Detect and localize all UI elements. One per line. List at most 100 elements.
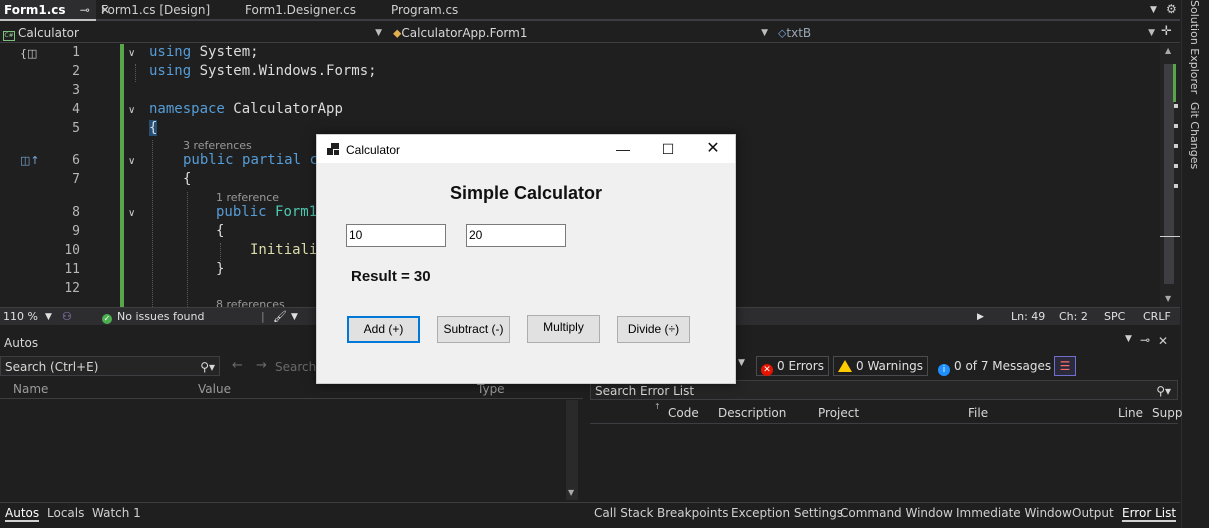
editor-vertical-scrollbar[interactable]: ▲ ▼ [1160, 44, 1180, 307]
search-icon[interactable]: ⚲▾ [1156, 381, 1171, 401]
keyword: public [216, 204, 267, 220]
fold-chevron-icon[interactable]: ∨ [128, 48, 135, 59]
brush-icon[interactable]: 🖌 [273, 310, 287, 323]
column-header-file[interactable]: File [968, 406, 988, 420]
chevron-down-icon: ▼ [761, 28, 768, 38]
warning-icon [838, 360, 852, 372]
chevron-down-icon[interactable]: ▼ [45, 312, 52, 322]
subtract-button[interactable]: Subtract (-) [437, 316, 510, 343]
tab-command-window[interactable]: Command Window [840, 506, 953, 520]
column-header-line[interactable]: Line [1118, 406, 1143, 420]
git-changes-tab[interactable]: Git Changes [1188, 102, 1201, 169]
close-icon[interactable]: ✕ [690, 135, 736, 163]
member-dropdown[interactable]: ⬦txtB ▼ [778, 24, 1158, 42]
warnings-filter-button[interactable]: 0 Warnings [833, 356, 929, 376]
column-header-suppression[interactable]: Supp [1152, 406, 1182, 420]
tab-error-list[interactable]: Error List [1122, 506, 1177, 522]
fold-chevron-icon[interactable]: ∨ [128, 208, 135, 219]
pin-icon[interactable]: ⊸ [80, 3, 90, 17]
close-icon[interactable]: ✕ [1158, 334, 1168, 348]
code-line-8: public Form1 [216, 204, 317, 220]
window-title-bar[interactable]: Calculator — ☐ ✕ [317, 135, 735, 163]
chevron-down-icon[interactable]: ▼ [291, 312, 298, 322]
errors-filter-button[interactable]: ✕ 0 Errors [756, 356, 829, 376]
search-icon[interactable]: ⚲▾ [200, 357, 215, 377]
search-input[interactable]: Search (Ctrl+E) ⚲▾ [0, 356, 220, 376]
scroll-right-icon[interactable]: ▶ [977, 312, 984, 322]
intellicode-icon[interactable]: ⚇ [62, 310, 72, 323]
tab-breakpoints[interactable]: Breakpoints [657, 506, 728, 520]
line-number: 5 [72, 121, 80, 136]
tab-overflow-icon[interactable]: ▼ [1150, 5, 1157, 15]
whitespace-indicator[interactable]: SPC [1104, 310, 1125, 323]
keyword: using [149, 44, 192, 60]
scroll-marker [1174, 104, 1178, 108]
column-header-type[interactable]: Type [477, 382, 505, 396]
tab-locals[interactable]: Locals [47, 506, 84, 520]
code-line-10: Initiali [250, 242, 317, 258]
code-line-9: { [216, 223, 224, 239]
codelens-references[interactable]: 8 references [216, 298, 285, 307]
tab-autos[interactable]: Autos [5, 506, 40, 522]
scroll-down-icon[interactable]: ▼ [568, 488, 574, 497]
window-menu-icon[interactable]: ▼ [1125, 334, 1132, 344]
keyword: public [183, 152, 234, 168]
number-a-input[interactable]: 10 [346, 224, 446, 247]
tab-watch-1[interactable]: Watch 1 [92, 506, 141, 520]
column-header-code[interactable]: Code [668, 406, 699, 420]
tab-program-cs[interactable]: Program.cs [387, 0, 530, 21]
number-b-input[interactable]: 20 [466, 224, 566, 247]
minimize-icon[interactable]: — [600, 135, 646, 163]
column-header-project[interactable]: Project [818, 406, 859, 420]
back-arrow-icon[interactable]: ← [232, 358, 243, 373]
tab-form1-cs[interactable]: Form1.cs ⊸ ✕ [0, 0, 110, 21]
autos-scrollbar[interactable]: ▼ [566, 400, 578, 500]
fold-chevron-icon[interactable]: ∨ [128, 156, 135, 167]
column-header-description[interactable]: Description [718, 406, 786, 420]
messages-filter-button[interactable]: i0 of 7 Messages [933, 356, 1056, 376]
line-number: 8 [72, 205, 80, 220]
tab-exception-settings[interactable]: Exception Settings [731, 506, 843, 520]
line-indicator[interactable]: Ln: 49 [1011, 310, 1045, 323]
column-header-value[interactable]: Value [198, 382, 231, 396]
tab-call-stack[interactable]: Call Stack [594, 506, 653, 520]
fold-chevron-icon[interactable]: ∨ [128, 105, 135, 116]
settings-icon[interactable]: ⚙ [1166, 2, 1177, 16]
scroll-marker [1174, 184, 1178, 188]
scroll-down-icon[interactable]: ▼ [1165, 294, 1171, 303]
tab-output[interactable]: Output [1072, 506, 1114, 520]
codelens-references[interactable]: 3 references [183, 139, 252, 152]
pin-icon[interactable]: ⊸ [1140, 333, 1150, 347]
line-number: 9 [72, 224, 80, 239]
maximize-icon[interactable]: ☐ [645, 135, 691, 163]
brace: } [216, 261, 225, 277]
separator: | [261, 310, 265, 323]
tab-form1-design[interactable]: Form1.cs [Design] [97, 0, 240, 21]
tab-immediate-window[interactable]: Immediate Window [956, 506, 1072, 520]
forward-arrow-icon[interactable]: → [256, 358, 267, 373]
calculator-window[interactable]: Calculator — ☐ ✕ Simple Calculator 10 20… [316, 134, 736, 384]
chevron-down-icon[interactable]: ▼ [738, 358, 745, 368]
navigation-bar: C# Calculator ▼ ⬥CalculatorApp.Form1 ▼ ⬦t… [0, 23, 1180, 43]
column-header-name[interactable]: Name [13, 382, 48, 396]
solution-explorer-tab[interactable]: Solution Explorer [1188, 0, 1201, 94]
tab-label: Form1.cs [Design] [101, 3, 211, 17]
split-icon[interactable]: ✛ [1161, 24, 1172, 39]
tab-form1-designer[interactable]: Form1.Designer.cs [241, 0, 384, 21]
class-dropdown[interactable]: ⬥CalculatorApp.Form1 ▼ [393, 24, 771, 42]
add-button[interactable]: Add (+) [347, 316, 420, 343]
codelens-references[interactable]: 1 reference [216, 191, 279, 204]
issues-indicator[interactable]: ✓ No issues found [102, 310, 204, 324]
scroll-up-icon[interactable]: ▲ [1165, 46, 1171, 55]
error-icon: ✕ [761, 364, 773, 376]
line-ending-indicator[interactable]: CRLF [1143, 310, 1171, 323]
filter-icon[interactable]: ☰ [1054, 356, 1076, 376]
class-name: CalculatorApp.Form1 [401, 26, 528, 40]
column-indicator[interactable]: Ch: 2 [1059, 310, 1088, 323]
divide-button[interactable]: Divide (÷) [617, 316, 690, 343]
header-divider [590, 423, 1178, 424]
project-dropdown[interactable]: C# Calculator ▼ [3, 24, 385, 42]
zoom-level[interactable]: 110 % [3, 310, 38, 323]
keyword: partial [242, 152, 302, 168]
multiply-button[interactable]: Multiply [527, 315, 600, 343]
